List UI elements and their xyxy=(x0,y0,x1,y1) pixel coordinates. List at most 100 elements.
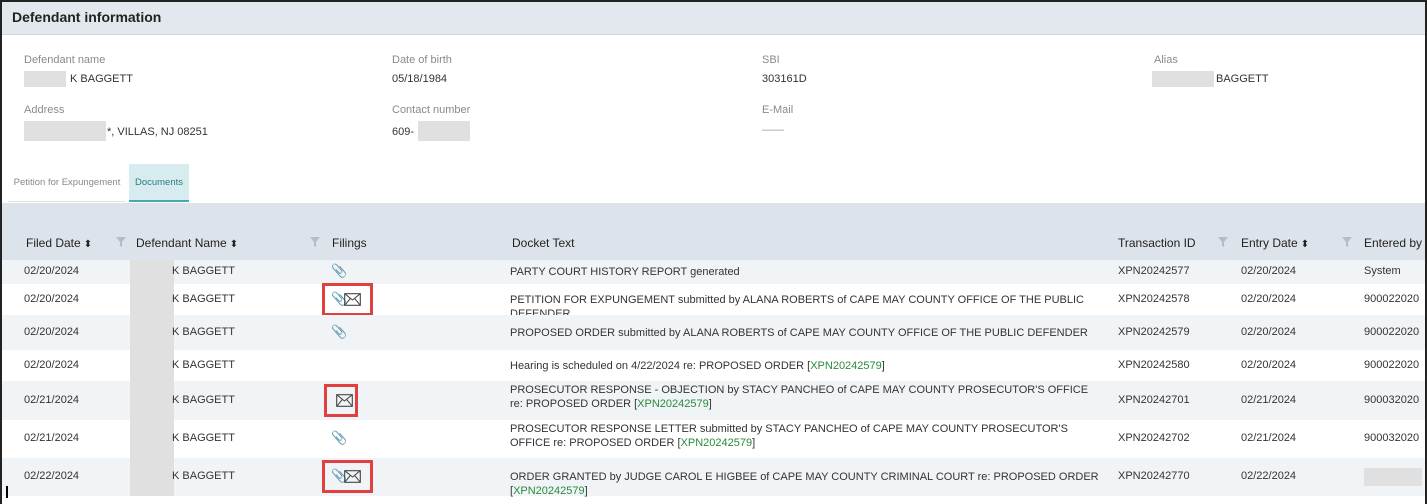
paperclip-icon[interactable]: 📎 xyxy=(331,325,347,338)
defendant-name-cell: K BAGGETT xyxy=(172,293,235,305)
column-header-entered-by[interactable]: Entered by⬍ xyxy=(1364,236,1427,250)
redacted-block xyxy=(1364,468,1422,486)
transaction-id-cell: XPN20242577 xyxy=(1118,265,1190,277)
transaction-link[interactable]: XPN20242579 xyxy=(681,437,753,449)
defendant-name-cell: K BAGGETT xyxy=(172,432,235,444)
transaction-link[interactable]: XPN20242579 xyxy=(810,360,882,372)
filed-date-cell: 02/20/2024 xyxy=(24,293,80,305)
entered-by-cell: 900022020 xyxy=(1364,293,1420,305)
column-header-defendant-name[interactable]: Defendant Name ⬍ xyxy=(136,236,238,250)
column-header-docket-text[interactable]: Docket Text xyxy=(512,236,574,250)
filed-date-cell: 02/22/2024 xyxy=(24,470,80,482)
defendant-name-cell: K BAGGETT xyxy=(172,359,235,371)
redacted-block xyxy=(24,71,66,87)
column-header-filings[interactable]: Filings xyxy=(332,236,367,250)
defendant-name-cell: K BAGGETT xyxy=(172,470,235,482)
alias-value: BAGGETT xyxy=(1216,73,1269,85)
redacted-block xyxy=(1152,71,1214,87)
alias-label: Alias xyxy=(1154,54,1178,66)
filter-icon[interactable] xyxy=(116,236,126,248)
filed-date-cell: 02/20/2024 xyxy=(24,359,80,371)
contact-value: 609- xyxy=(392,126,415,138)
sort-icon[interactable]: ⬍ xyxy=(230,239,238,250)
transaction-id-cell: XPN20242702 xyxy=(1118,432,1190,444)
filter-icon[interactable] xyxy=(1218,236,1228,248)
entry-date-cell: 02/22/2024 xyxy=(1241,470,1297,482)
filter-icon[interactable] xyxy=(1342,236,1352,248)
redacted-block xyxy=(130,350,174,381)
docket-text: PARTY COURT HISTORY REPORT generated xyxy=(510,266,740,278)
docket-text-cell: Hearing is scheduled on 4/22/2024 re: PR… xyxy=(510,360,885,372)
email-label: E-Mail xyxy=(762,104,794,116)
redacted-block xyxy=(130,284,174,315)
defendant-name-cell: K BAGGETT xyxy=(172,326,235,338)
address-value: *, VILLAS, NJ 08251 xyxy=(107,126,208,138)
redacted-block xyxy=(130,315,174,350)
transaction-link[interactable]: XPN20242579 xyxy=(637,398,709,410)
redacted-block xyxy=(130,458,174,496)
address-label: Address xyxy=(24,104,65,116)
table-row[interactable]: 02/22/2024 K BAGGETT 📎 ORDER GRANTED by JUD… xyxy=(2,458,1425,497)
sbi-value: 303161D xyxy=(762,73,807,85)
dob-value: 05/18/1984 xyxy=(392,73,448,85)
defendant-name-label: Defendant name xyxy=(24,54,106,66)
highlight-box xyxy=(322,460,373,493)
filed-date-cell: 02/20/2024 xyxy=(24,265,80,277)
email-value: —— xyxy=(762,124,784,136)
docket-text: PROPOSED ORDER submitted by ALANA ROBERT… xyxy=(510,327,1088,339)
tab-label: Documents xyxy=(134,176,184,188)
table-row[interactable]: 02/20/2024 K BAGGETT Hearing is scheduled … xyxy=(2,350,1425,381)
transaction-link[interactable]: XPN20242579 xyxy=(513,485,585,497)
redacted-block xyxy=(418,121,470,141)
table-row[interactable]: 02/20/2024 K BAGGETT 📎 PETITION FOR EXPUNGE… xyxy=(2,283,1425,320)
entered-by-cell: System xyxy=(1364,265,1401,277)
section-title: Defendant information xyxy=(12,9,162,25)
tab-petition-for-expungement[interactable]: Petition for Expungement xyxy=(8,164,126,202)
entered-by-cell: 900022020 xyxy=(1364,359,1420,371)
paperclip-icon[interactable]: 📎 xyxy=(331,264,347,277)
entry-date-cell: 02/20/2024 xyxy=(1241,265,1297,277)
entry-date-cell: 02/21/2024 xyxy=(1241,432,1297,444)
entry-date-cell: 02/20/2024 xyxy=(1241,293,1297,305)
filter-icon[interactable] xyxy=(310,236,320,248)
table-row[interactable]: 02/20/2024 K BAGGETT 📎 PROPOSED ORDER submi… xyxy=(2,315,1425,350)
docket-text: PROSECUTOR RESPONSE - OBJECTION by STACY… xyxy=(510,384,1089,410)
table-row[interactable]: 02/20/2024 K BAGGETT 📎 PARTY COURT HISTORY … xyxy=(2,260,1425,284)
sort-icon[interactable]: ⬍ xyxy=(84,239,92,250)
column-header-filed-date[interactable]: Filed Date ⬍ xyxy=(26,236,92,250)
sort-icon[interactable]: ⬍ xyxy=(1301,239,1309,250)
docket-text: ORDER GRANTED by JUDGE CAROL E HIGBEE of… xyxy=(510,471,1099,497)
highlight-box xyxy=(324,384,358,417)
filed-date-cell: 02/20/2024 xyxy=(24,326,80,338)
redacted-block xyxy=(130,420,174,458)
text-cursor xyxy=(6,486,8,498)
column-header-entry-date[interactable]: Entry Date ⬍ xyxy=(1241,236,1309,250)
table-row[interactable]: 02/21/2024 K BAGGETT PROSECUTOR RESPONSE -… xyxy=(2,381,1425,420)
entry-date-cell: 02/20/2024 xyxy=(1241,326,1297,338)
transaction-id-cell: XPN20242579 xyxy=(1118,326,1190,338)
section-header: Defendant information xyxy=(2,2,1425,35)
highlight-box xyxy=(322,283,373,316)
defendant-name-cell: K BAGGETT xyxy=(172,265,235,277)
entered-by-cell: 900022020 xyxy=(1364,326,1420,338)
redacted-block xyxy=(24,121,106,141)
transaction-id-cell: XPN20242580 xyxy=(1118,359,1190,371)
defendant-name-cell: K BAGGETT xyxy=(172,394,235,406)
docket-text-cell: PARTY COURT HISTORY REPORT generated xyxy=(510,265,1110,279)
entry-date-cell: 02/20/2024 xyxy=(1241,359,1297,371)
docket-text: Hearing is scheduled on 4/22/2024 re: PR… xyxy=(510,360,811,372)
tab-label: Petition for Expungement xyxy=(13,177,121,188)
docket-text-cell: ORDER GRANTED by JUDGE CAROL E HIGBEE of… xyxy=(510,471,1099,497)
transaction-id-cell: XPN20242578 xyxy=(1118,293,1190,305)
paperclip-icon[interactable]: 📎 xyxy=(331,431,347,444)
tab-documents[interactable]: Documents xyxy=(129,164,189,202)
redacted-block xyxy=(130,381,174,420)
column-header-transaction-id[interactable]: Transaction ID xyxy=(1118,236,1196,250)
table-row[interactable]: 02/21/2024 K BAGGETT 📎 PROSECUTOR RESPONSE … xyxy=(2,420,1425,458)
table-header: Filed Date ⬍ Defendant Name ⬍ Filings Dock… xyxy=(2,225,1427,260)
transaction-id-cell: XPN20242770 xyxy=(1118,470,1190,482)
toolbar-band xyxy=(2,203,1425,225)
entered-by-cell: 900032020 xyxy=(1364,394,1420,406)
filed-date-cell: 02/21/2024 xyxy=(24,394,80,406)
entered-by-cell: 900032020 xyxy=(1364,432,1420,444)
